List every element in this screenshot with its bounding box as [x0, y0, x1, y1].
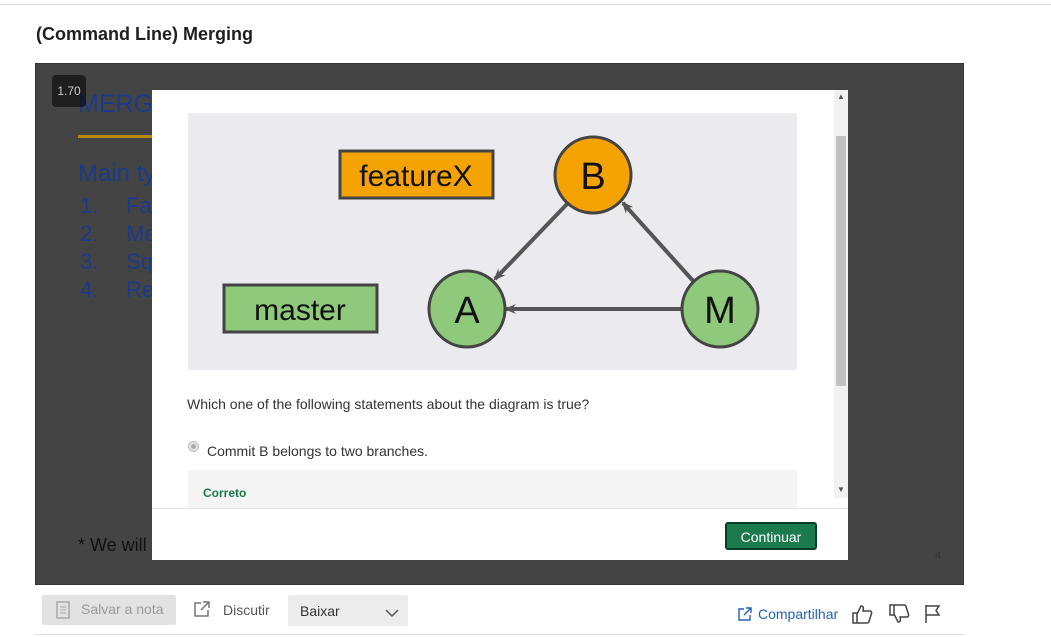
flag-icon[interactable] [924, 604, 942, 629]
slide-list-item: 2. Me [80, 221, 157, 246]
arrow-m-to-b [621, 201, 697, 285]
playback-speed-button[interactable]: 1.70 [52, 75, 86, 107]
modal-scrollbar[interactable]: ▲ ▼ [834, 90, 848, 498]
continue-button[interactable]: Continuar [725, 522, 817, 550]
slide-subtitle: Main ty [78, 160, 156, 187]
quiz-modal: featureX master B A M Which one of the f… [152, 90, 848, 560]
question-text: Which one of the following statements ab… [187, 396, 590, 412]
slide-list-item: 1. Fa [80, 193, 152, 218]
arrow-b-to-a [493, 201, 570, 281]
slide-footnote: * We will [78, 535, 147, 555]
thumbs-down-icon[interactable] [888, 604, 910, 629]
commit-b-label: B [580, 156, 605, 198]
scrollbar-thumb[interactable] [836, 136, 846, 386]
feedback-panel: Correto [188, 470, 797, 508]
share-label: Compartilhar [758, 606, 839, 622]
slide-list-item: 4. Re [80, 277, 155, 302]
chevron-down-icon [385, 605, 399, 621]
scroll-down-icon[interactable]: ▼ [837, 485, 845, 494]
answer-radio[interactable] [188, 441, 199, 452]
modal-footer: Continuar [152, 508, 848, 561]
branch-master-label: master [254, 294, 346, 327]
note-icon [56, 600, 70, 628]
discuss-label: Discutir [223, 602, 270, 618]
scroll-up-icon[interactable]: ▲ [837, 92, 845, 101]
modal-content[interactable]: featureX master B A M Which one of the f… [152, 90, 848, 508]
save-note-button[interactable]: Salvar a nota [42, 595, 176, 625]
commit-m-label: M [704, 290, 736, 332]
download-label: Baixar [300, 603, 340, 619]
commit-a-label: A [454, 290, 480, 332]
download-dropdown[interactable]: Baixar [288, 595, 408, 626]
feedback-label: Correto [203, 486, 247, 500]
save-note-label: Salvar a nota [81, 601, 164, 617]
external-link-icon [193, 600, 211, 621]
git-diagram: featureX master B A M [188, 113, 797, 370]
thumbs-up-icon[interactable] [851, 604, 873, 629]
git-diagram-svg: featureX master B A M [222, 135, 760, 349]
top-divider [0, 4, 1051, 5]
lecture-toolbar: Salvar a nota Discutir Baixar Compartilh… [35, 588, 964, 635]
share-icon [738, 607, 752, 624]
slide-title-underline [78, 135, 158, 138]
slide-page-number: 4 [935, 550, 942, 562]
answer-text[interactable]: Commit B belongs to two branches. [207, 443, 428, 459]
slide-list-item: 3. Sq [80, 249, 153, 274]
slide-title: MERG [78, 90, 153, 118]
branch-featurex-label: featureX [359, 160, 472, 193]
slide-list: 1. Fa 2. Me 3. Sq 4. Re [80, 192, 157, 304]
page-title: (Command Line) Merging [36, 24, 253, 44]
